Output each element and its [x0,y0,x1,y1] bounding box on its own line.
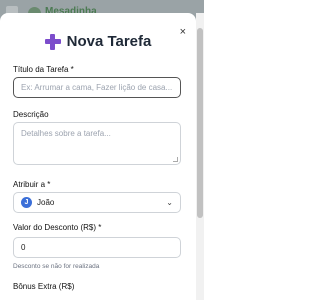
task-title-label: Título da Tarefa * [13,65,74,74]
resize-handle-icon[interactable] [173,157,178,162]
description-textarea[interactable]: Detalhes sobre a tarefa... [13,122,181,165]
discount-label: Valor do Desconto (R$) * [13,223,102,232]
assign-selected-value: João [37,198,55,207]
scrollbar[interactable] [196,13,204,300]
discount-value: 0 [21,243,26,252]
avatar: J [21,197,32,208]
bonus-label: Bônus Extra (R$) [13,282,75,291]
plus-icon [44,33,61,50]
discount-input[interactable]: 0 [13,237,181,258]
scrollbar-thumb[interactable] [197,28,203,218]
chevron-down-icon: ⌄ [166,198,173,207]
discount-hint: Desconto se não for realizada [13,263,100,270]
assign-label: Atribuir a * [13,180,51,189]
new-task-modal: × Nova Tarefa Título da Tarefa * Ex: Arr… [0,13,196,300]
modal-title: Nova Tarefa [66,33,152,50]
description-label: Descrição [13,110,49,119]
modal-header: Nova Tarefa [0,33,196,50]
assign-select[interactable]: J João ⌄ [13,192,181,213]
task-title-input[interactable]: Ex: Arrumar a cama, Fazer lição de casa.… [13,77,181,98]
task-title-placeholder: Ex: Arrumar a cama, Fazer lição de casa.… [21,83,173,92]
description-placeholder: Detalhes sobre a tarefa... [21,129,111,138]
